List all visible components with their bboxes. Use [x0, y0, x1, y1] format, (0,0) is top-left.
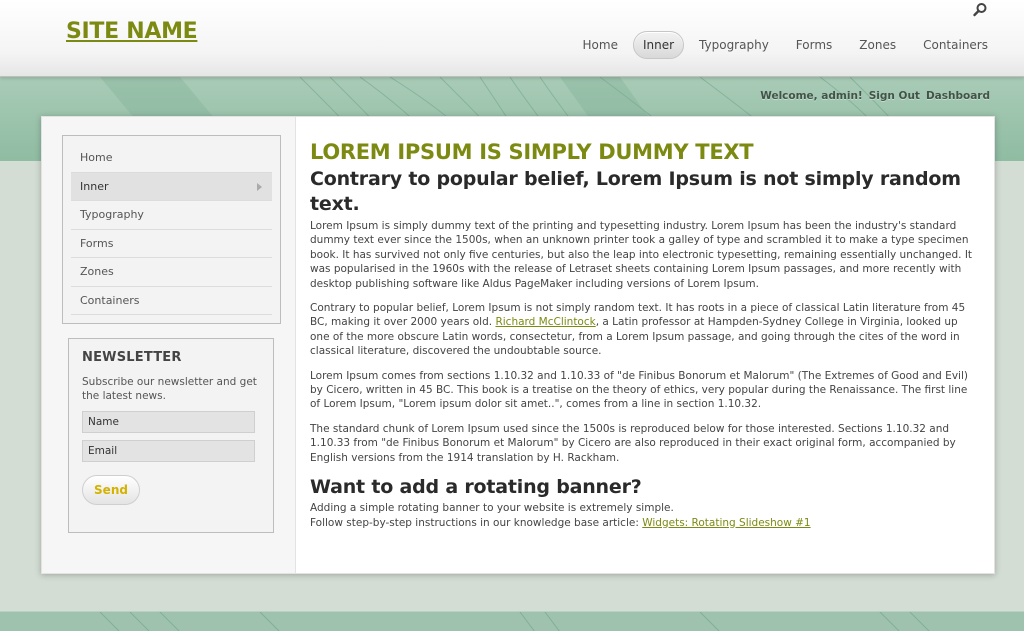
sidebar-item-label: Zones [80, 265, 114, 278]
paragraph-2: Contrary to popular belief, Lorem Ipsum … [310, 301, 980, 359]
paragraph-1: Lorem Ipsum is simply dummy text of the … [310, 220, 973, 290]
sidebar-item-home[interactable]: Home [71, 144, 272, 173]
newsletter-title: NEWSLETTER [82, 350, 182, 365]
site-header: SITE NAME Home Inner Typography Forms Zo… [0, 0, 1024, 77]
sign-out-link[interactable]: Sign Out [869, 90, 920, 102]
nav-containers[interactable]: Containers [911, 31, 1000, 59]
paragraph-4: The standard chunk of Lorem Ipsum used s… [310, 422, 956, 464]
main-nav: Home Inner Typography Forms Zones Contai… [568, 31, 1000, 59]
banner-line-2-text: Follow step-by-step instructions in our … [310, 516, 643, 529]
send-button[interactable]: Send [82, 475, 140, 505]
dashboard-link[interactable]: Dashboard [926, 90, 990, 102]
chevron-right-icon [257, 182, 262, 191]
sidebar-item-typography[interactable]: Typography [71, 201, 272, 230]
side-menu: Home Inner Typography Forms Zones Contai… [62, 135, 281, 324]
search-icon[interactable] [972, 2, 988, 18]
page-title: LOREM IPSUM IS SIMPLY DUMMY TEXT [310, 140, 754, 164]
banner-line-2: Follow step-by-step instructions in our … [310, 516, 980, 530]
welcome-text: Welcome, admin! [760, 90, 863, 102]
paragraph-3: Lorem Ipsum comes from sections 1.10.32 … [310, 369, 968, 411]
sidebar-item-label: Home [80, 151, 113, 164]
page-subtitle: Contrary to popular belief, Lorem Ipsum … [310, 168, 961, 215]
newsletter-box: NEWSLETTER Subscribe our newsletter and … [68, 338, 274, 533]
footer-band [0, 611, 1024, 631]
richard-mcclintock-link[interactable]: Richard McClintock [495, 316, 595, 328]
nav-zones[interactable]: Zones [847, 31, 908, 59]
nav-home[interactable]: Home [571, 31, 630, 59]
site-name-link[interactable]: SITE NAME [66, 19, 198, 44]
footer-swoosh-graphic [99, 612, 930, 631]
sidebar-item-label: Forms [80, 236, 114, 250]
sidebar: Home Inner Typography Forms Zones Contai… [42, 117, 296, 573]
nav-inner[interactable]: Inner [632, 31, 685, 59]
nav-typography[interactable]: Typography [687, 31, 781, 59]
nav-forms[interactable]: Forms [784, 31, 844, 59]
main-content: LOREM IPSUM IS SIMPLY DUMMY TEXT Contrar… [310, 139, 980, 530]
sidebar-item-label: Containers [80, 293, 140, 307]
sidebar-item-containers[interactable]: Containers [71, 287, 272, 315]
user-bar: Welcome, admin! Sign Out Dashboard [760, 90, 990, 102]
newsletter-description: Subscribe our newsletter and get the lat… [82, 376, 257, 402]
banner-heading: Want to add a rotating banner? [310, 476, 642, 499]
rotating-slideshow-link[interactable]: Widgets: Rotating Slideshow #1 [642, 517, 810, 529]
email-field[interactable]: Email [82, 440, 255, 462]
banner-line-1: Adding a simple rotating banner to your … [310, 502, 674, 515]
name-field[interactable]: Name [82, 411, 255, 433]
sidebar-item-label: Typography [80, 208, 144, 221]
sidebar-item-inner[interactable]: Inner [71, 172, 272, 201]
main-panel: Home Inner Typography Forms Zones Contai… [41, 116, 995, 574]
sidebar-item-label: Inner [80, 179, 109, 193]
sidebar-item-zones[interactable]: Zones [71, 258, 272, 287]
sidebar-item-forms[interactable]: Forms [71, 230, 272, 258]
